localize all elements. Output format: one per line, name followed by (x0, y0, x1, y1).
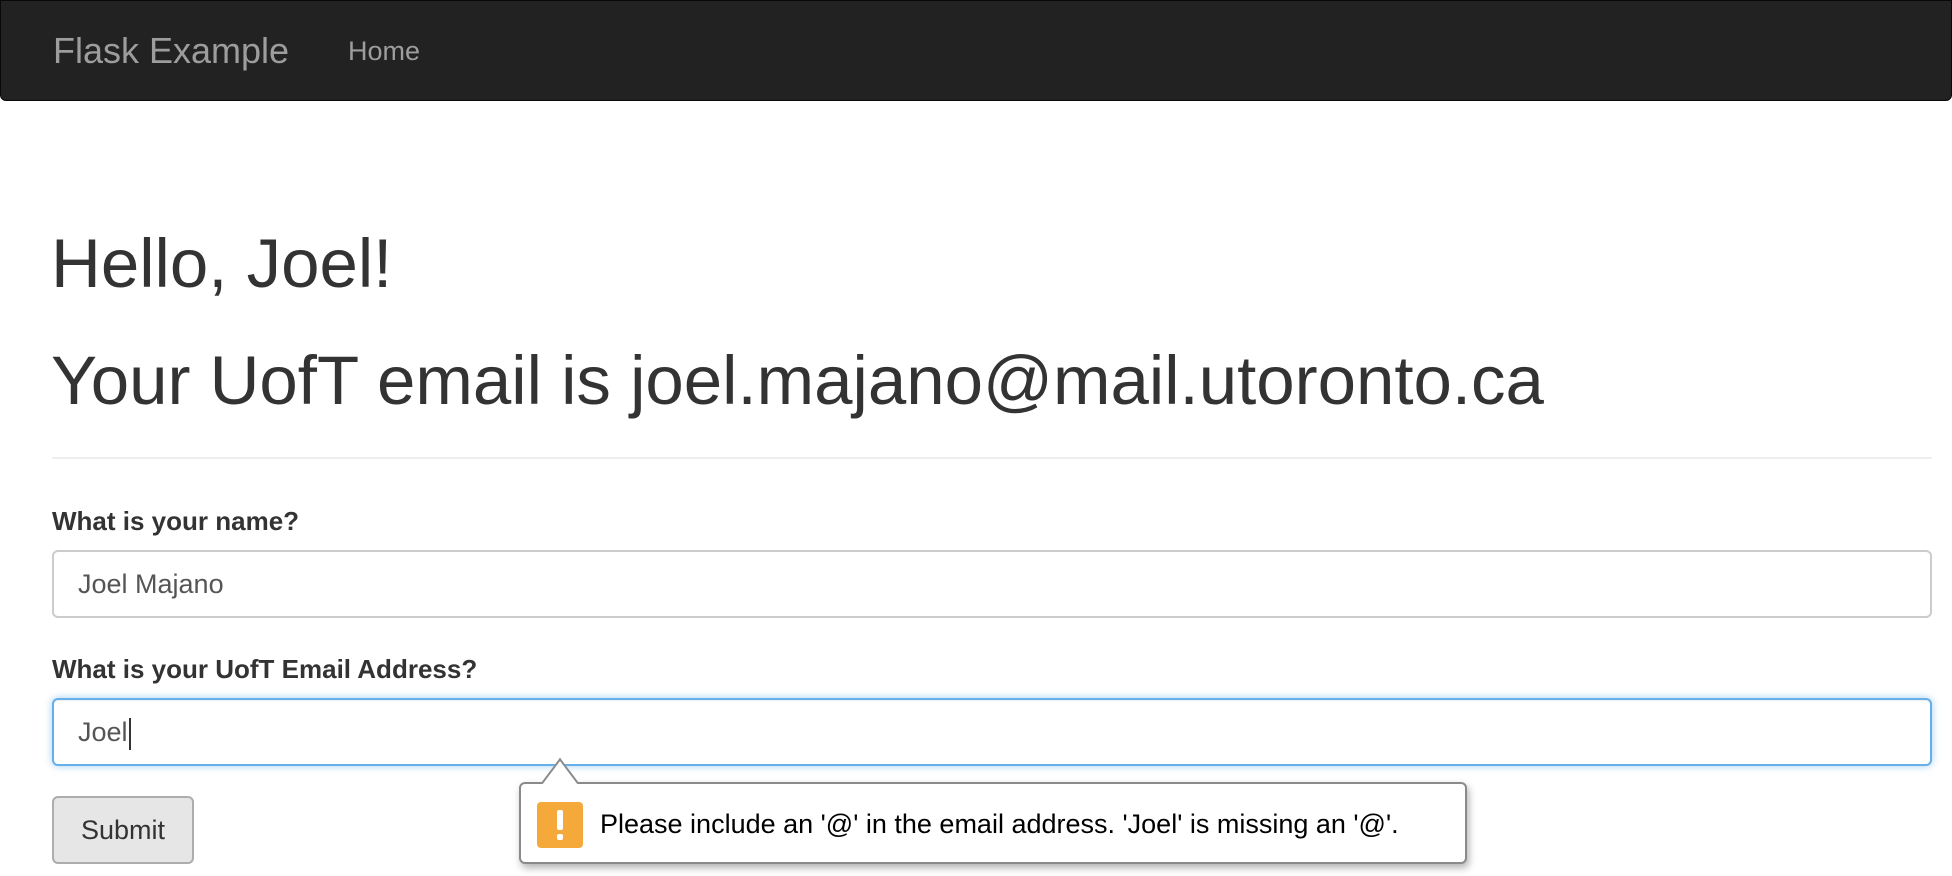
nav-link-home[interactable]: Home (348, 35, 420, 67)
divider (52, 457, 1932, 459)
email-input[interactable]: Joel (52, 698, 1932, 766)
name-input[interactable]: Joel Majano (52, 550, 1932, 618)
top-navbar: Flask Example Home (0, 0, 1952, 101)
validation-tooltip: Please include an '@' in the email addre… (519, 757, 1467, 864)
greeting-heading: Hello, Joel! (51, 225, 393, 302)
name-label: What is your name? (52, 506, 300, 536)
email-label: What is your UofT Email Address? (52, 654, 478, 684)
email-heading: Your UofT email is joel.majano@mail.utor… (51, 342, 1544, 419)
name-input-value: Joel Majano (78, 569, 224, 599)
validation-message: Please include an '@' in the email addre… (600, 809, 1399, 839)
email-input-value: Joel (78, 717, 128, 747)
exclamation-warning-icon (537, 802, 583, 848)
submit-button[interactable]: Submit (52, 796, 194, 864)
text-caret (128, 717, 131, 750)
navbar-brand[interactable]: Flask Example (53, 29, 289, 73)
